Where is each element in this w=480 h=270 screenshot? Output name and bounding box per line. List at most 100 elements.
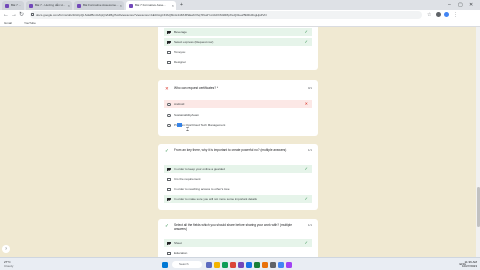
close-icon[interactable]: × bbox=[172, 1, 174, 10]
taskbar-search[interactable]: Search bbox=[172, 261, 202, 268]
check-icon: ✓ bbox=[165, 223, 169, 228]
excel-icon[interactable] bbox=[254, 261, 260, 268]
answer-option[interactable]: In order to reaching access to other's l… bbox=[164, 185, 312, 193]
check-icon: ✓ bbox=[304, 39, 308, 44]
scrollbar-thumb[interactable] bbox=[476, 187, 480, 227]
radio-button[interactable] bbox=[167, 123, 171, 127]
option-label: Toneyou bbox=[174, 50, 186, 54]
radio-button[interactable] bbox=[167, 113, 171, 117]
file-explorer-icon[interactable] bbox=[214, 261, 220, 268]
tab-label: Bài Formative Assessme... bbox=[83, 3, 119, 7]
checkbox[interactable] bbox=[167, 187, 171, 191]
checkbox[interactable] bbox=[167, 60, 171, 64]
forms-icon bbox=[129, 4, 133, 8]
browser-tab[interactable]: Bài 7 ... bbox=[2, 1, 24, 10]
question-title: Select all the fields which you should s… bbox=[174, 223, 292, 232]
answer-option[interactable]: Select express (Request row) ✓ bbox=[164, 38, 312, 46]
checkbox[interactable] bbox=[167, 167, 171, 171]
lock-icon bbox=[31, 13, 34, 16]
answer-option[interactable]: In order to keep your online a guarded ✓ bbox=[164, 165, 312, 173]
answer-option[interactable]: It is the requirement bbox=[164, 175, 312, 183]
question-score: 1/1 bbox=[307, 148, 312, 152]
menu-dots-icon[interactable]: ⋮ bbox=[453, 11, 458, 19]
bookmark-youtube[interactable]: YouTube bbox=[24, 20, 36, 27]
help-icon[interactable]: ? bbox=[2, 245, 10, 253]
question-score: 1/1 bbox=[307, 223, 312, 227]
browser-tab[interactable]: Bài Formative Assessme... × bbox=[74, 1, 124, 10]
option-label: Designer bbox=[174, 60, 187, 64]
store-icon[interactable] bbox=[286, 261, 292, 268]
answer-option[interactable]: Beverage ✓ bbox=[164, 28, 312, 36]
browser-tab-active[interactable]: Bài 7 Formative Asse... × bbox=[126, 1, 176, 10]
answer-option[interactable]: Education bbox=[164, 249, 312, 257]
question-card-4: ✓ Select all the fields which you should… bbox=[158, 219, 318, 257]
teams-icon[interactable] bbox=[238, 261, 244, 268]
task-view-icon[interactable] bbox=[206, 261, 212, 268]
question-score: 0/1 bbox=[307, 86, 312, 90]
url-text: docs.google.com/forms/d/e/1FAIpQLSdwfBm4… bbox=[36, 13, 267, 17]
new-tab-button[interactable]: + bbox=[180, 0, 183, 10]
answer-option[interactable]: Sustainability/team bbox=[164, 111, 312, 119]
tab-label: Bài 7 ... bbox=[11, 3, 22, 7]
maximize-button[interactable]: ▢ bbox=[458, 0, 463, 10]
checkbox[interactable] bbox=[167, 241, 171, 245]
question-title: From an key there, why it is important t… bbox=[174, 148, 287, 152]
profile-avatar[interactable] bbox=[444, 12, 449, 17]
answer-option[interactable]: In order to make sure you will not more … bbox=[164, 195, 312, 203]
scrollbar[interactable] bbox=[476, 27, 480, 257]
option-label: It is the requirement bbox=[174, 177, 201, 181]
cross-icon: ✕ bbox=[304, 101, 308, 106]
option-label: Android bbox=[174, 102, 185, 106]
checkbox[interactable] bbox=[167, 251, 171, 255]
address-bar[interactable]: docs.google.com/forms/d/e/1FAIpQLSdwfBm4… bbox=[30, 11, 422, 19]
question-card-3: ✓ From an key there, why it is important… bbox=[158, 144, 318, 210]
windows-start-icon[interactable] bbox=[162, 261, 168, 268]
option-label: Select express (Request row) bbox=[174, 40, 214, 44]
answer-option[interactable]: Designer bbox=[164, 58, 312, 66]
checkbox[interactable] bbox=[167, 30, 171, 34]
reload-icon[interactable]: ↻ bbox=[19, 11, 24, 19]
close-window-button[interactable]: ✕ bbox=[469, 0, 473, 10]
minimize-button[interactable]: – bbox=[448, 0, 451, 10]
edge-icon[interactable] bbox=[222, 261, 228, 268]
text-selection-highlight bbox=[177, 123, 182, 127]
weather-desc: Cloudy bbox=[4, 264, 14, 268]
tab-label: Bài 7 Formative Asse... bbox=[135, 3, 166, 7]
close-icon[interactable]: × bbox=[120, 1, 122, 10]
settings-icon[interactable] bbox=[270, 261, 276, 268]
word-icon[interactable] bbox=[246, 261, 252, 268]
option-label: Sheet bbox=[174, 241, 182, 245]
extension-icon[interactable] bbox=[436, 12, 441, 17]
weather-widget[interactable]: 27°C Cloudy bbox=[4, 260, 13, 268]
forms-icon bbox=[29, 4, 33, 8]
mail-icon[interactable] bbox=[278, 261, 284, 268]
clock[interactable]: 11:36 AM 10/27/2023 bbox=[462, 260, 477, 268]
check-icon: ✓ bbox=[304, 196, 308, 201]
forms-icon bbox=[5, 4, 9, 8]
checkbox[interactable] bbox=[167, 40, 171, 44]
checkbox[interactable] bbox=[167, 50, 171, 54]
check-icon: ✓ bbox=[165, 148, 169, 153]
close-icon[interactable]: × bbox=[68, 1, 70, 10]
powerpoint-icon[interactable] bbox=[262, 261, 268, 268]
chrome-icon[interactable] bbox=[230, 261, 236, 268]
search-label: Search bbox=[179, 262, 189, 266]
option-label: Education bbox=[174, 251, 188, 255]
forward-arrow-icon[interactable]: → bbox=[11, 11, 17, 19]
star-icon[interactable]: ☆ bbox=[427, 11, 431, 19]
windows-taskbar: 27°C Cloudy Search ENG 11:36 AM 10/27/20… bbox=[0, 257, 480, 270]
bookmark-gmail[interactable]: Gmail bbox=[4, 20, 12, 27]
bookmarks-bar: Gmail YouTube bbox=[0, 20, 480, 27]
checkbox[interactable] bbox=[167, 197, 171, 201]
question-card-2: ✕ Who can request certificates? * 0/1 An… bbox=[158, 80, 318, 136]
back-arrow-icon[interactable]: ← bbox=[3, 11, 9, 19]
answer-option[interactable]: Sheet ✓ bbox=[164, 239, 312, 247]
mouse-cursor-icon: ⌶ bbox=[186, 127, 190, 133]
checkbox[interactable] bbox=[167, 177, 171, 181]
answer-option[interactable]: Android ✕ bbox=[164, 100, 312, 108]
forms-icon bbox=[77, 4, 81, 8]
browser-tab[interactable]: Bài 7 - Hướng dẫn H... × bbox=[26, 1, 72, 10]
answer-option[interactable]: Toneyou bbox=[164, 48, 312, 56]
radio-button[interactable] bbox=[167, 102, 171, 106]
option-label: Sustainability/team bbox=[174, 113, 200, 117]
